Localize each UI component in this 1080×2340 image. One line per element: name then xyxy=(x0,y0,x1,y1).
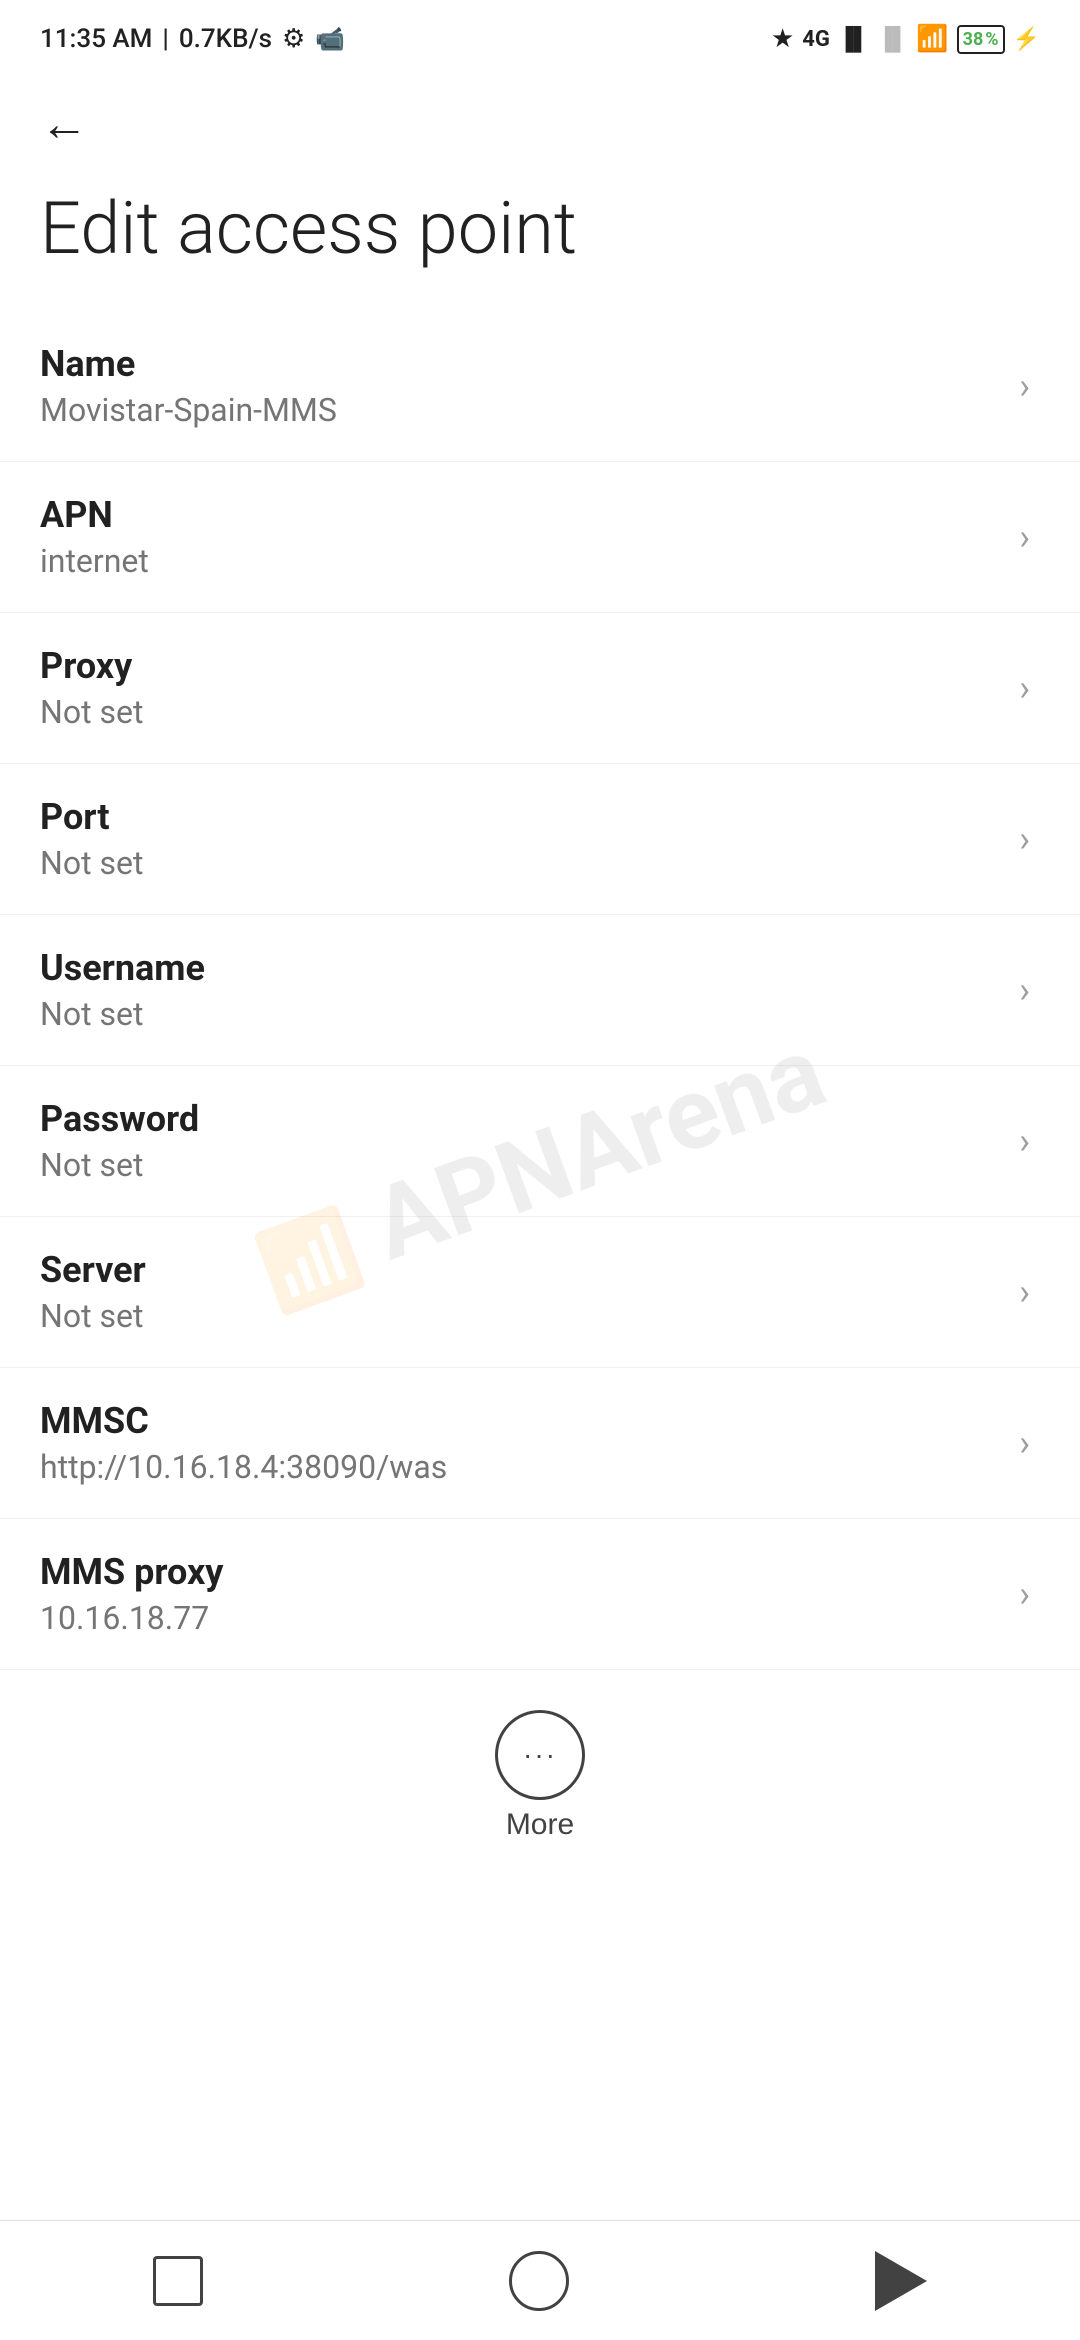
page-title: Edit access point xyxy=(0,168,1080,311)
more-dots-icon: ··· xyxy=(495,1710,585,1800)
settings-scroll-container: Name Movistar-Spain-MMS › APN internet ›… xyxy=(0,311,1080,2082)
settings-item-server[interactable]: Server Not set › xyxy=(0,1217,1080,1368)
settings-label-name: Name xyxy=(40,343,999,385)
settings-item-name[interactable]: Name Movistar-Spain-MMS › xyxy=(0,311,1080,462)
settings-item-username[interactable]: Username Not set › xyxy=(0,915,1080,1066)
settings-item-password[interactable]: Password Not set › xyxy=(0,1066,1080,1217)
settings-value-proxy: Not set xyxy=(40,693,999,731)
nav-home-icon xyxy=(509,2251,569,2311)
charging-icon: ⚡ xyxy=(1013,27,1040,52)
settings-item-password-content: Password Not set xyxy=(40,1098,999,1184)
bluetooth-icon: ★ xyxy=(771,24,794,54)
chevron-icon-apn: › xyxy=(1019,516,1030,558)
settings-item-server-content: Server Not set xyxy=(40,1249,999,1335)
settings-value-apn: internet xyxy=(40,542,999,580)
settings-item-mms-proxy-content: MMS proxy 10.16.18.77 xyxy=(40,1551,999,1637)
signal-bars2-icon: ▐▌ xyxy=(877,26,908,52)
time-display: 11:35 AM xyxy=(40,24,152,54)
nav-home-button[interactable] xyxy=(509,2251,569,2311)
settings-item-port-content: Port Not set xyxy=(40,796,999,882)
status-bar: 11:35 AM | 0.7KB/s ⚙ 📹 ★ 4G ▐▌ ▐▌ 📶 38% … xyxy=(0,0,1080,70)
nav-recents-icon xyxy=(153,2256,203,2306)
chevron-icon-username: › xyxy=(1019,969,1030,1011)
chevron-icon-name: › xyxy=(1019,365,1030,407)
status-left: 11:35 AM | 0.7KB/s ⚙ 📹 xyxy=(40,24,345,54)
signal-4g-icon: 4G xyxy=(802,27,830,52)
wifi-icon: 📶 xyxy=(916,24,948,54)
settings-label-password: Password xyxy=(40,1098,999,1140)
speed-value: 0.7KB/s xyxy=(179,24,272,54)
settings-icon: ⚙ xyxy=(282,24,305,54)
settings-value-server: Not set xyxy=(40,1297,999,1335)
settings-label-username: Username xyxy=(40,947,999,989)
settings-item-mmsc-content: MMSC http://10.16.18.4:38090/was xyxy=(40,1400,999,1486)
settings-value-password: Not set xyxy=(40,1146,999,1184)
video-icon: 📹 xyxy=(315,25,345,53)
nav-recents-button[interactable] xyxy=(153,2256,203,2306)
settings-value-mmsc: http://10.16.18.4:38090/was xyxy=(40,1448,999,1486)
chevron-icon-server: › xyxy=(1019,1271,1030,1313)
settings-item-mms-proxy[interactable]: MMS proxy 10.16.18.77 › xyxy=(0,1519,1080,1670)
chevron-icon-mmsc: › xyxy=(1019,1422,1030,1464)
settings-label-server: Server xyxy=(40,1249,999,1291)
settings-item-name-content: Name Movistar-Spain-MMS xyxy=(40,343,999,429)
back-arrow-icon: ← xyxy=(40,100,88,148)
settings-label-proxy: Proxy xyxy=(40,645,999,687)
chevron-icon-proxy: › xyxy=(1019,667,1030,709)
nav-bar xyxy=(0,2220,1080,2340)
settings-label-mms-proxy: MMS proxy xyxy=(40,1551,999,1593)
status-right: ★ 4G ▐▌ ▐▌ 📶 38% ⚡ xyxy=(771,24,1040,54)
chevron-icon-password: › xyxy=(1019,1120,1030,1162)
settings-item-mmsc[interactable]: MMSC http://10.16.18.4:38090/was › xyxy=(0,1368,1080,1519)
nav-back-icon xyxy=(875,2251,927,2311)
settings-value-port: Not set xyxy=(40,844,999,882)
settings-value-name: Movistar-Spain-MMS xyxy=(40,391,999,429)
settings-item-proxy-content: Proxy Not set xyxy=(40,645,999,731)
settings-label-apn: APN xyxy=(40,494,999,536)
speed-display: | xyxy=(162,24,168,54)
settings-item-apn[interactable]: APN internet › xyxy=(0,462,1080,613)
settings-value-mms-proxy: 10.16.18.77 xyxy=(40,1599,999,1637)
chevron-icon-mms-proxy: › xyxy=(1019,1573,1030,1615)
more-button[interactable]: ··· More xyxy=(495,1710,585,1842)
settings-item-username-content: Username Not set xyxy=(40,947,999,1033)
settings-item-proxy[interactable]: Proxy Not set › xyxy=(0,613,1080,764)
settings-value-username: Not set xyxy=(40,995,999,1033)
nav-back-button[interactable] xyxy=(875,2251,927,2311)
signal-bars-icon: ▐▌ xyxy=(838,26,869,52)
settings-item-apn-content: APN internet xyxy=(40,494,999,580)
battery-icon: 38% xyxy=(957,25,1005,54)
more-section: ··· More xyxy=(0,1670,1080,1882)
settings-label-mmsc: MMSC xyxy=(40,1400,999,1442)
more-label: More xyxy=(506,1808,574,1842)
settings-item-port[interactable]: Port Not set › xyxy=(0,764,1080,915)
settings-list: Name Movistar-Spain-MMS › APN internet ›… xyxy=(0,311,1080,1670)
back-button[interactable]: ← xyxy=(0,70,1080,168)
settings-label-port: Port xyxy=(40,796,999,838)
chevron-icon-port: › xyxy=(1019,818,1030,860)
